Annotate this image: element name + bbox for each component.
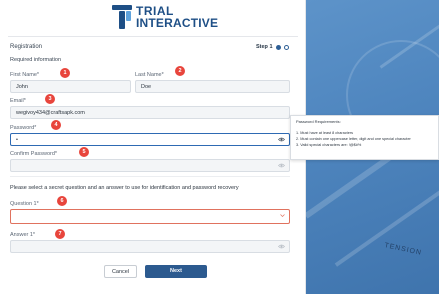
annotation-badge-7: 7	[55, 229, 65, 239]
question1-select[interactable]	[10, 209, 290, 224]
annotation-badge-1: 1	[60, 68, 70, 78]
brand-logo: TRIAL INTERACTIVE	[112, 5, 218, 29]
page-title: Registration	[10, 44, 43, 50]
first-name-field[interactable]: John	[10, 80, 131, 93]
password-requirements-tooltip: Password Requirements: 1. Must have at l…	[290, 115, 439, 160]
last-name-field[interactable]: Doe	[135, 80, 290, 93]
logo-line2: INTERACTIVE	[136, 16, 219, 30]
tooltip-item: 3. Valid special characters are: !@$#%	[296, 143, 362, 147]
answer1-label: Answer 1*	[10, 232, 36, 238]
annotation-badge-5: 5	[79, 147, 89, 157]
header-divider	[8, 36, 298, 37]
last-name-label: Last Name*	[135, 72, 164, 78]
annotation-badge-2: 2	[175, 66, 185, 76]
password-label: Password*	[10, 125, 37, 131]
annotation-badge-3: 3	[45, 94, 55, 104]
show-confirm-password-eye-icon[interactable]	[278, 163, 285, 168]
step-indicator: Step 1	[256, 44, 289, 50]
annotation-badge-6: 6	[57, 196, 67, 206]
required-info-heading: Required information	[10, 57, 62, 63]
password-field[interactable]: •	[10, 133, 290, 146]
step-dot-active-icon	[275, 44, 281, 50]
confirm-password-label: Confirm Password*	[10, 151, 58, 157]
question1-label: Question 1*	[10, 201, 39, 207]
next-button[interactable]: Next	[145, 265, 207, 278]
chevron-down-icon	[280, 214, 285, 217]
password-value: •	[16, 137, 18, 143]
show-answer-eye-icon[interactable]	[278, 244, 285, 249]
step-dot-inactive-icon	[283, 44, 289, 50]
section-divider	[10, 176, 290, 177]
email-field[interactable]: wegivoy434@craftsapk.com	[10, 106, 290, 119]
background-stamp: TENSION	[383, 242, 423, 257]
registration-form: TRIAL INTERACTIVE Registration Step 1 Re…	[0, 0, 306, 294]
email-label: Email*	[10, 98, 26, 104]
show-password-eye-icon[interactable]	[278, 137, 285, 142]
confirm-password-field[interactable]	[10, 159, 290, 172]
annotation-badge-4: 4	[51, 120, 61, 130]
step-label: Step 1	[256, 44, 273, 50]
logo-mark-icon	[112, 5, 132, 29]
tooltip-title: Password Requirements:	[296, 119, 341, 124]
answer1-field[interactable]	[10, 240, 290, 253]
secret-question-prompt: Please select a secret question and an a…	[10, 185, 239, 191]
first-name-label: First Name*	[10, 72, 40, 78]
cancel-button[interactable]: Cancel	[104, 265, 137, 278]
